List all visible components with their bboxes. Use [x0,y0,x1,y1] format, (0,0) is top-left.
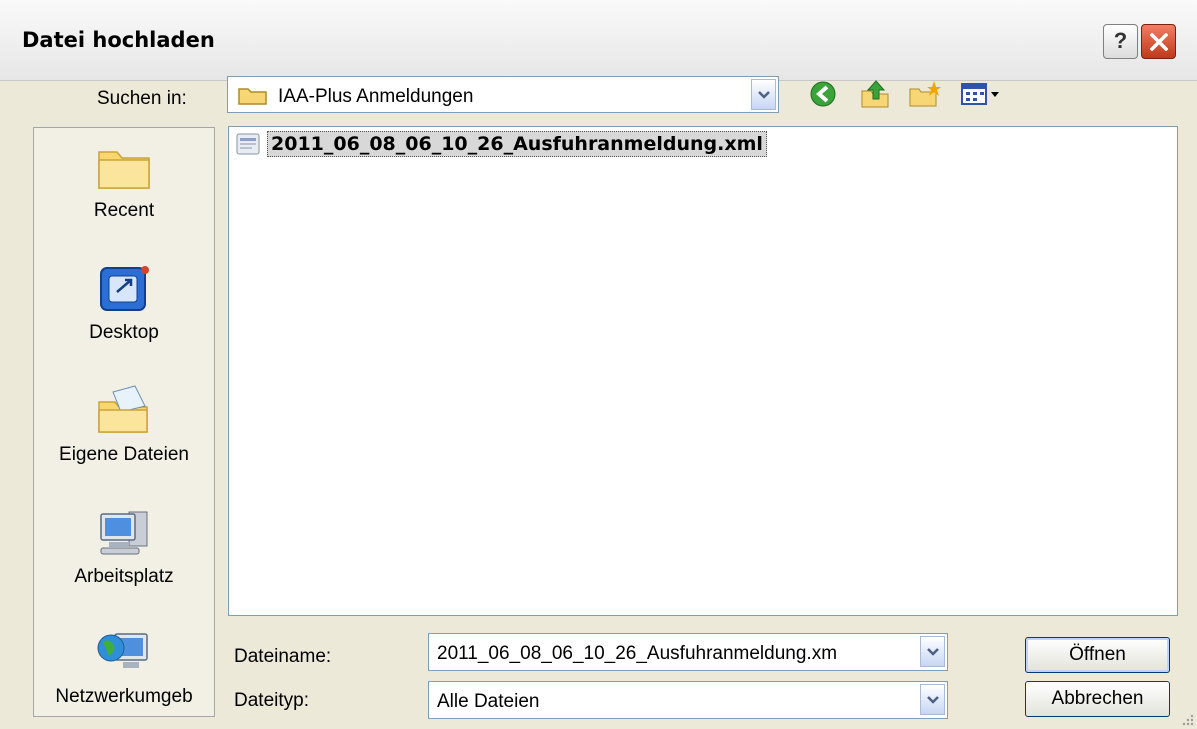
filetype-dropdown-button[interactable] [920,684,945,715]
lookin-value: IAA-Plus Anmeldungen [278,86,474,107]
view-menu-icon[interactable] [960,79,1002,109]
places-bar: Recent Desktop Eigene Dateien Arbeitspla… [33,127,215,717]
place-label-my-documents: Eigene Dateien [59,444,189,465]
close-button[interactable] [1141,24,1176,59]
resize-grip-icon[interactable] [1181,713,1195,727]
place-network[interactable]: Netzwerkumgeb [34,626,214,708]
lookin-dropdown-button[interactable] [751,79,776,110]
place-label-desktop: Desktop [89,322,159,343]
lookin-label: Suchen in: [97,88,187,109]
place-label-recent: Recent [93,200,155,221]
help-button[interactable]: ? [1103,24,1138,59]
window-title: Datei hochladen [22,28,215,52]
file-name: 2011_06_08_06_10_26_Ausfuhranmeldung.xml [267,131,767,157]
up-folder-icon[interactable] [860,79,892,109]
filetype-value: Alle Dateien [437,691,540,712]
filename-dropdown-button[interactable] [920,636,945,667]
back-icon[interactable] [808,79,838,109]
title-bar: Datei hochladen ? [0,0,1197,81]
place-my-documents[interactable]: Eigene Dateien [34,384,214,466]
desktop-icon [100,266,149,311]
filetype-select[interactable]: Alle Dateien [428,681,948,719]
filetype-label: Dateityp: [234,690,309,711]
chevron-down-icon [927,696,939,704]
new-folder-icon[interactable] [908,79,942,109]
network-icon [97,633,148,668]
xml-file-icon [236,133,260,155]
filename-value: 2011_06_08_06_10_26_Ausfuhranmeldung.xm [437,643,838,664]
my-computer-icon [100,511,148,555]
chevron-down-icon [927,648,939,656]
place-desktop[interactable]: Desktop [34,262,214,344]
filename-input[interactable]: 2011_06_08_06_10_26_Ausfuhranmeldung.xm [428,633,948,671]
filename-label: Dateiname: [234,646,332,667]
lookin-dropdown[interactable]: IAA-Plus Anmeldungen [227,76,779,113]
place-label-network: Netzwerkumgeb [55,686,193,707]
place-my-computer[interactable]: Arbeitsplatz [34,506,214,588]
file-list[interactable]: 2011_06_08_06_10_26_Ausfuhranmeldung.xml [228,126,1178,616]
folder-icon [238,88,267,105]
open-button[interactable]: Öffnen [1025,637,1170,673]
my-documents-icon [98,385,148,433]
place-recent[interactable]: Recent [34,140,214,222]
place-label-my-computer: Arbeitsplatz [74,566,174,587]
close-icon [1150,33,1168,51]
recent-folder-icon [98,151,150,189]
cancel-button[interactable]: Abbrechen [1025,681,1170,717]
chevron-down-icon [758,91,770,99]
